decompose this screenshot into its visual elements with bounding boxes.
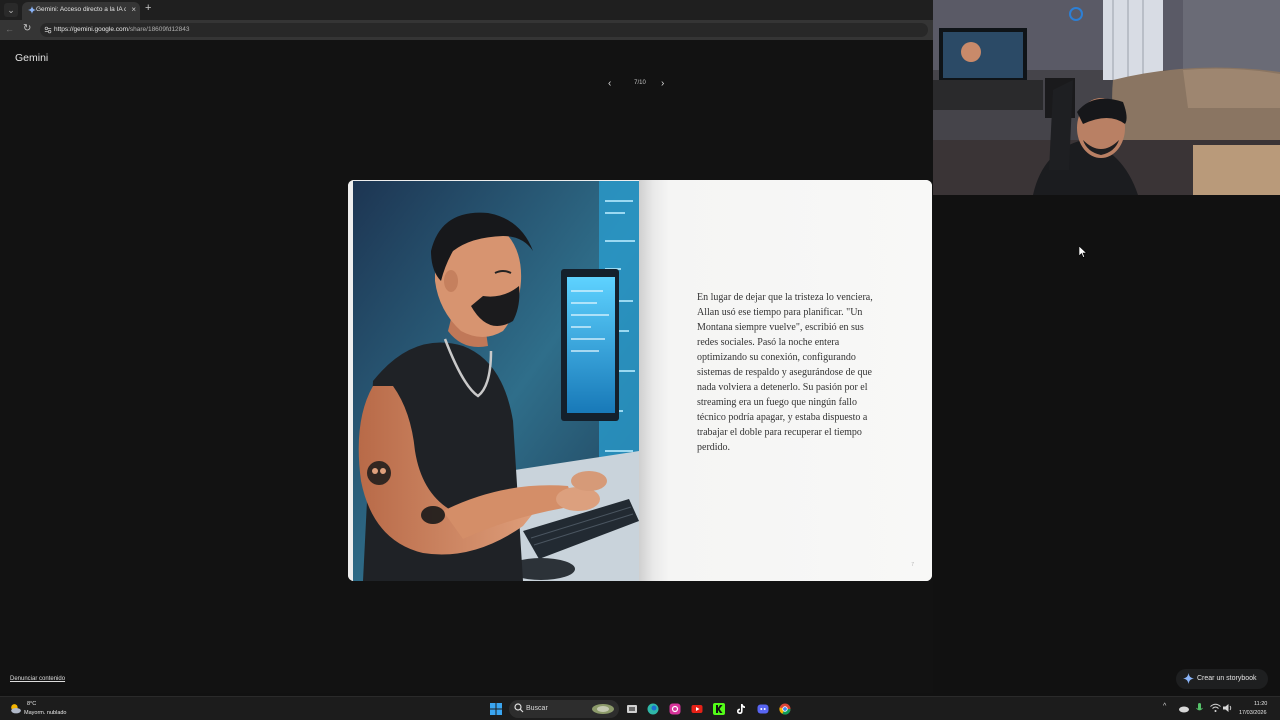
chevron-right-icon[interactable]: › <box>661 78 664 89</box>
instagram-icon[interactable] <box>669 703 681 715</box>
create-storybook-button[interactable]: Crear un storybook <box>1176 669 1268 689</box>
url-path: /share/18609fd12843 <box>128 26 190 33</box>
chevron-left-icon[interactable]: ‹ <box>608 78 611 89</box>
clock-date[interactable]: 17/03/2026 <box>1239 710 1267 716</box>
story-text-page: En lugar de dejar que la tristeza lo ven… <box>639 180 932 581</box>
onedrive-icon[interactable] <box>1178 704 1189 713</box>
story-illustration <box>348 180 639 581</box>
browser-toolbar: ← ↻ https://gemini.google.com/share/1860… <box>0 20 933 40</box>
youtube-icon[interactable] <box>691 703 703 715</box>
search-icon <box>514 703 524 713</box>
search-highlight-icon <box>592 704 614 714</box>
report-content-link[interactable]: Denunciar contenido <box>10 676 65 682</box>
sparkle-icon <box>1183 673 1194 684</box>
windows-taskbar: 8°C Mayorm. nublado Buscar ^ 11:20 17/03… <box>0 696 1280 720</box>
chevron-up-icon[interactable]: ^ <box>1163 703 1166 710</box>
taskbar-search[interactable]: Buscar <box>509 700 619 718</box>
story-paragraph: En lugar de dejar que la tristeza lo ven… <box>697 292 873 453</box>
illustration-art <box>353 181 639 581</box>
kick-icon[interactable] <box>713 703 725 715</box>
volume-icon[interactable] <box>1223 703 1234 713</box>
create-storybook-label: Crear un storybook <box>1197 675 1257 682</box>
plus-icon[interactable]: + <box>145 2 151 14</box>
site-info-icon[interactable] <box>44 26 52 34</box>
browser-tab-bar: ⌄ Gemini: Acceso directo a la IA de Goog… <box>0 0 933 20</box>
tab-title: Gemini: Acceso directo a la IA de Google <box>36 6 126 13</box>
weather-icon[interactable] <box>9 702 22 715</box>
storybook-spread: En lugar de dejar que la tristeza lo ven… <box>348 180 932 581</box>
windows-start-icon[interactable] <box>490 703 502 715</box>
page-number: 7 <box>911 562 914 568</box>
url-text: https://gemini.google.com/share/18609fd1… <box>54 26 190 33</box>
discord-icon[interactable] <box>757 703 769 715</box>
task-view-icon[interactable] <box>626 703 638 715</box>
page-indicator: 7/10 <box>634 80 646 86</box>
microphone-icon[interactable] <box>1196 703 1203 714</box>
reload-icon[interactable]: ↻ <box>23 23 31 34</box>
clock-time[interactable]: 11:20 <box>1254 701 1267 707</box>
close-icon[interactable]: × <box>131 5 136 14</box>
chrome-icon[interactable] <box>779 703 791 715</box>
cursor-icon <box>1079 246 1087 258</box>
taskbar-search-placeholder: Buscar <box>526 705 548 712</box>
weather-description: Mayorm. nublado <box>24 710 67 716</box>
webcam-overlay <box>933 0 1280 195</box>
edge-browser-icon[interactable] <box>647 703 659 715</box>
storybook-pager: ‹ 7/10 › <box>600 78 680 92</box>
tab-list-icon[interactable]: ⌄ <box>4 3 18 17</box>
gemini-favicon-icon <box>28 6 36 14</box>
wifi-icon[interactable] <box>1210 703 1221 713</box>
gemini-logo[interactable]: Gemini <box>15 52 48 64</box>
url-host: https://gemini.google.com <box>54 26 129 33</box>
address-bar[interactable]: https://gemini.google.com/share/18609fd1… <box>40 23 928 37</box>
browser-tab[interactable]: Gemini: Acceso directo a la IA de Google… <box>22 2 140 20</box>
back-icon[interactable]: ← <box>5 24 14 34</box>
weather-temperature: 8°C <box>27 701 37 707</box>
webcam-feed <box>933 0 1280 195</box>
tiktok-icon[interactable] <box>735 703 747 715</box>
